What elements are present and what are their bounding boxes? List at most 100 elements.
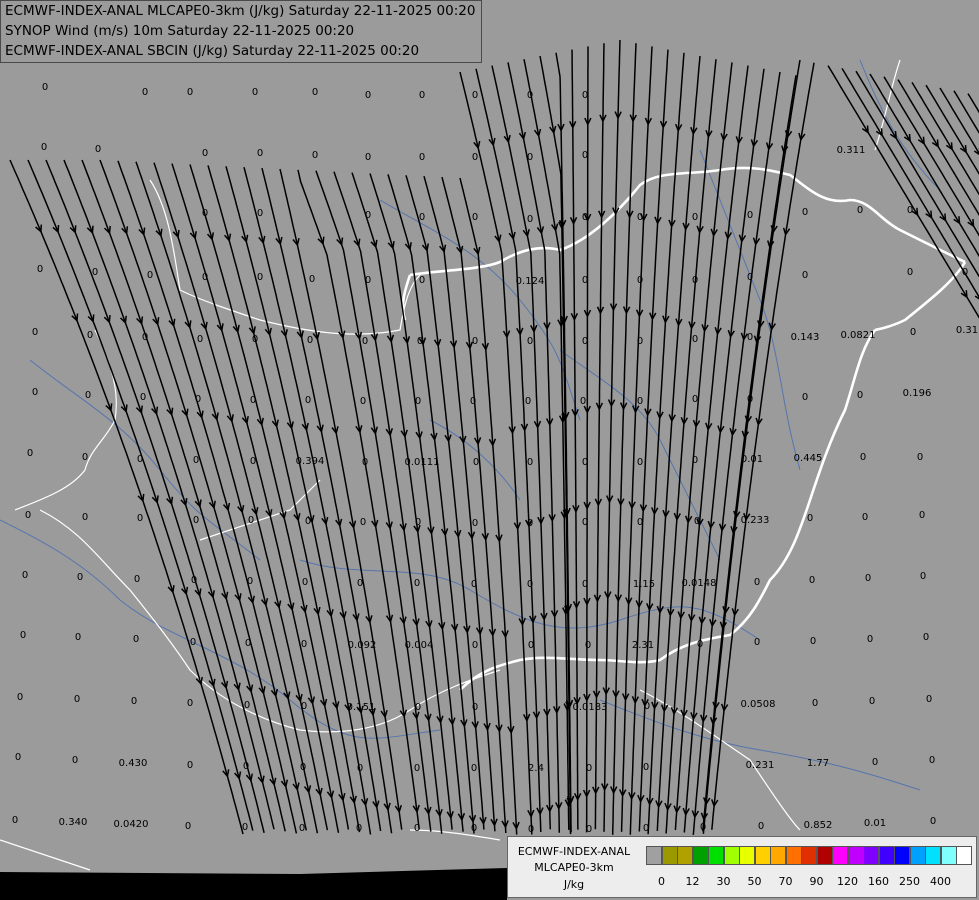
grid-value: 0 — [802, 392, 808, 403]
grid-value: 0 — [580, 396, 586, 407]
grid-value: 0 — [22, 570, 28, 581]
grid-value: 0 — [41, 142, 47, 153]
grid-value: 0 — [802, 270, 808, 281]
grid-value: 0 — [643, 762, 649, 773]
grid-value: 0 — [197, 334, 203, 345]
legend-swatch — [956, 846, 972, 865]
legend-tick-label: 120 — [837, 875, 858, 888]
grid-value: 0 — [473, 457, 479, 468]
grid-value: 0 — [302, 577, 308, 588]
grid-value: 0 — [472, 518, 478, 529]
grid-value: 0 — [802, 207, 808, 218]
grid-value: 0 — [692, 394, 698, 405]
grid-value: 0 — [305, 395, 311, 406]
grid-value: 0 — [807, 513, 813, 524]
grid-value: 0 — [27, 448, 33, 459]
legend-swatch — [925, 846, 941, 865]
grid-value: 0 — [133, 634, 139, 645]
title-line-3: ECMWF-INDEX-ANAL SBCIN (J/kg) Saturday 2… — [5, 43, 420, 59]
color-legend: ECMWF-INDEX-ANAL MLCAPE0-3km J/kg 0 12 30 5… — [507, 836, 977, 898]
grid-value: 0 — [140, 392, 146, 403]
grid-value: 0 — [72, 755, 78, 766]
grid-value: 0 — [257, 148, 263, 159]
grid-value: 0 — [692, 212, 698, 223]
title-line-1: ECMWF-INDEX-ANAL MLCAPE0-3km (J/kg) Satu… — [5, 3, 476, 19]
grid-value: 0 — [419, 90, 425, 101]
grid-value: 0 — [75, 632, 81, 643]
grid-value: 0.0148 — [682, 578, 717, 589]
weather-map: 0 0 0 0 0 0 0 0 0 0 0 0 0 0 0 0 0 0 0 0 0.311 0 0 0 0 0 0 0 0 0 0 0 0 0 0 0… — [0, 0, 979, 900]
grid-value: 0 — [917, 452, 923, 463]
grid-value: 0 — [312, 87, 318, 98]
legend-swatch — [723, 846, 740, 865]
legend-swatch — [739, 846, 755, 865]
grid-value: 0.0821 — [841, 330, 876, 341]
legend-swatch — [646, 846, 662, 865]
grid-value: 0 — [142, 87, 148, 98]
grid-value: 0 — [12, 815, 18, 826]
grid-value: 0 — [585, 640, 591, 651]
grid-value: 0 — [301, 639, 307, 650]
grid-value: 0 — [872, 757, 878, 768]
grid-value: 0 — [419, 275, 425, 286]
grid-value: 0 — [637, 457, 643, 468]
legend-tick-label: 50 — [747, 875, 762, 888]
grid-value: 0 — [77, 572, 83, 583]
grid-value: 0 — [472, 152, 478, 163]
grid-value: 0 — [85, 390, 91, 401]
grid-value: 0 — [929, 755, 935, 766]
grid-value: 0 — [134, 574, 140, 585]
grid-value: 0 — [82, 512, 88, 523]
legend-swatch — [801, 846, 817, 865]
grid-value: 0 — [252, 87, 258, 98]
grid-value: 0 — [185, 821, 191, 832]
grid-value: 0 — [190, 637, 196, 648]
grid-value: 0.0420 — [114, 819, 149, 830]
grid-value: 0 — [312, 150, 318, 161]
grid-value: 0 — [365, 152, 371, 163]
grid-value: 0 — [17, 692, 23, 703]
grid-value: 0.196 — [903, 388, 932, 399]
grid-value: 0 — [32, 387, 38, 398]
legend-tick-label: 90 — [809, 875, 824, 888]
grid-value: 0 — [360, 396, 366, 407]
grid-value: 0 — [365, 90, 371, 101]
grid-value: 0.340 — [59, 817, 88, 828]
grid-value: 0 — [32, 327, 38, 338]
grid-value: 2.31 — [632, 640, 654, 651]
grid-value: 0 — [809, 575, 815, 586]
grid-value: 0.0508 — [741, 699, 776, 710]
grid-value: 0 — [131, 696, 137, 707]
legend-swatch — [878, 846, 895, 865]
legend-swatch — [894, 846, 910, 865]
grid-value: 0 — [862, 512, 868, 523]
legend-swatch — [677, 846, 693, 865]
legend-swatch — [863, 846, 879, 865]
grid-value: 0 — [857, 205, 863, 216]
grid-value: 0 — [869, 696, 875, 707]
grid-value: 0 — [865, 573, 871, 584]
grid-value: 0 — [754, 577, 760, 588]
grid-value: 0 — [193, 455, 199, 466]
legend-swatch — [770, 846, 786, 865]
grid-value: 0 — [923, 632, 929, 643]
grid-value: 0 — [360, 517, 366, 528]
grid-value: 0 — [309, 274, 315, 285]
grid-value: 0 — [187, 760, 193, 771]
grid-value: 0.445 — [794, 453, 823, 464]
grid-value: 0 — [527, 457, 533, 468]
grid-value: 0 — [472, 336, 478, 347]
legend-swatch — [661, 846, 678, 865]
grid-value: 0 — [926, 694, 932, 705]
grid-value: 0.124 — [516, 276, 545, 287]
grid-value: 0 — [15, 752, 21, 763]
legend-swatch — [708, 846, 724, 865]
grid-value: 0 — [419, 152, 425, 163]
grid-value: 0 — [82, 452, 88, 463]
grid-value: 0 — [187, 698, 193, 709]
grid-value: 0 — [257, 208, 263, 219]
grid-value: 0 — [857, 390, 863, 401]
grid-value: 0 — [758, 821, 764, 832]
grid-value: 0 — [472, 90, 478, 101]
grid-value: 0.430 — [119, 758, 148, 769]
